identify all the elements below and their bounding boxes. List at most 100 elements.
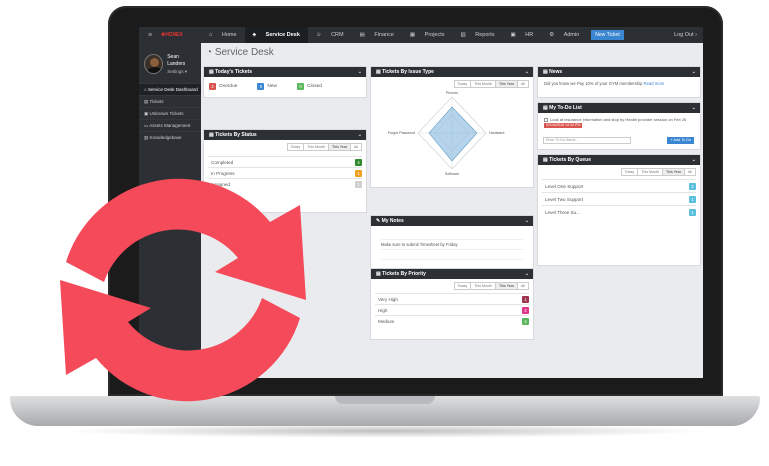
table-row[interactable]: Level Two Support 1 [542, 192, 696, 205]
chevron-down-icon[interactable]: ⌄ [692, 103, 696, 113]
filter-this-month[interactable]: This Month [303, 143, 330, 151]
laptop-scene: ≡ ✚HCNEX ⌂ Home ♣ Service Desk ☺ CRM ▤ F… [0, 0, 769, 466]
table-row[interactable]: Very High 1 [375, 293, 529, 304]
chevron-down-icon[interactable]: ⌄ [692, 155, 696, 165]
top-navbar: ≡ ✚HCNEX ⌂ Home ♣ Service Desk ☺ CRM ▤ F… [139, 27, 703, 43]
settings-link[interactable]: Settings ▾ [167, 68, 197, 75]
todays-ticket-counts: 2 Overdue 0 New 0 Closed [204, 77, 366, 90]
panel-tickets-by-issue-type: ▤ Tickets By Issue Type ⌄ Today This Month… [371, 67, 533, 187]
sidebar-item-unknown-tickets[interactable]: ▣ Unknown Tickets [139, 107, 201, 119]
chevron-down-icon[interactable]: ⌄ [525, 216, 529, 226]
panel-header: ▤ Today's Tickets ⌄ [204, 67, 366, 77]
panel-todo-list: ▤ My To-Do List ⌄ Look at insurance infor… [538, 103, 700, 149]
todo-item: Look at insurance information and stop b… [544, 117, 687, 128]
chevron-down-icon[interactable]: ⌄ [358, 67, 362, 77]
new-ticket-button[interactable]: New Ticket [591, 30, 624, 40]
panel-header: ▤ Tickets By Priority ⌄ [371, 269, 533, 279]
todo-checkbox[interactable] [544, 117, 548, 122]
page-title: ◔ Service Desk [206, 47, 274, 58]
radar-chart: Phones Hardware Software Forgot Password [388, 91, 505, 176]
read-more-link[interactable]: Read more [644, 81, 665, 86]
filter-all[interactable]: All [517, 282, 529, 290]
panel-todays-tickets: ▤ Today's Tickets ⌄ 2 Overdue 0 New 0 Closed [204, 67, 366, 97]
reports-icon: ▥ [460, 32, 466, 38]
news-text: Did you know we Pay 10% of your GYM memb… [544, 81, 665, 86]
table-row[interactable]: Medium 4 [375, 315, 529, 326]
radar-series-area [428, 106, 478, 162]
desk-icon: ♣ [252, 32, 257, 38]
nav-admin[interactable]: ⚙ Admin [541, 27, 587, 43]
dashboard-icon: ◔ [206, 47, 213, 58]
laptop-notch [335, 396, 435, 404]
sidebar-item-assets[interactable]: ▭ Assets Management [139, 119, 201, 131]
panel-header: ▤ My To-Do List ⌄ [538, 103, 700, 113]
laptop-shadow [60, 424, 710, 438]
panel-tickets-by-queue: ▤ Tickets By Queue ⌄ Today This Month This … [538, 155, 700, 265]
chevron-down-icon[interactable]: ⌄ [525, 269, 529, 279]
projects-icon: ▦ [409, 32, 416, 38]
filter-all[interactable]: All [684, 168, 696, 176]
sidebar-item-dashboard[interactable]: ⌂ Service Desk Dashboard [139, 83, 201, 95]
filter-this-month[interactable]: This Month [637, 168, 664, 176]
panel-header: ▤ Tickets By Status ⌄ [204, 130, 366, 140]
gear-icon: ⚙ [549, 32, 555, 38]
table-row[interactable]: In Progress 1 [208, 167, 362, 178]
nav-home[interactable]: ⌂ Home [201, 27, 245, 43]
hamburger-icon[interactable]: ≡ [139, 32, 161, 39]
nav-crm[interactable]: ☺ CRM [308, 27, 352, 43]
sidebar: Sean Landers Settings ▾ ⌂ Service Desk D… [139, 43, 201, 378]
table-row[interactable]: Level One Support 2 [542, 179, 696, 192]
nav-projects[interactable]: ▦ Projects [402, 27, 453, 43]
table-row[interactable]: Completed 4 [208, 156, 362, 167]
avatar[interactable] [144, 54, 164, 74]
add-todo-button[interactable]: + Add To Do [667, 137, 694, 144]
nav-finance[interactable]: ▤ Finance [352, 27, 402, 43]
filter-this-year[interactable]: This Year [328, 143, 351, 151]
ticket-icon: ▤ [144, 99, 149, 104]
filter-all[interactable]: All [350, 143, 362, 151]
chevron-down-icon[interactable]: ⌄ [525, 67, 529, 77]
dashboard-icon: ⌂ [144, 87, 147, 92]
nav-hr[interactable]: ▣ HR [503, 27, 542, 43]
logout-link[interactable]: Log Out › [674, 32, 697, 38]
sidebar-item-knowledgebase[interactable]: ▥ Knowledgebase [139, 131, 201, 143]
filter-today[interactable]: Today [286, 143, 305, 151]
user-profile: Sean Landers Settings ▾ [139, 43, 201, 83]
users-icon: ☺ [315, 32, 322, 38]
filter-this-year[interactable]: This Year [495, 282, 518, 290]
radar-label-forgot-password: Forgot Password [388, 131, 415, 135]
radar-label-phones: Phones [446, 91, 458, 95]
nav-reports[interactable]: ▥ Reports [453, 27, 503, 43]
table-row[interactable]: Level Three Su... 1 [542, 205, 696, 218]
table-row[interactable]: Assigned 1 [208, 178, 362, 189]
todo-input[interactable]: Enter To Do Name... [543, 137, 631, 144]
new-count[interactable]: 0 New [257, 83, 277, 90]
question-icon: ▣ [144, 111, 149, 116]
panel-tickets-by-status: ▤ Tickets By Status ⌄ Today This Month This… [204, 130, 366, 212]
panel-header: ▤ News ⌄ [538, 67, 700, 77]
nav-service-desk[interactable]: ♣ Service Desk [244, 27, 308, 43]
panel-my-notes: ✎ My Notes ⌄ Make sure to submit Timeshee… [371, 216, 533, 268]
table-row[interactable]: High 2 [375, 304, 529, 315]
date-filter: Today This Month This Year All [204, 140, 366, 151]
laptop-screen: ≡ ✚HCNEX ⌂ Home ♣ Service Desk ☺ CRM ▤ F… [139, 27, 703, 378]
closed-count[interactable]: 0 Closed [297, 83, 322, 90]
radar-label-software: Software [445, 172, 459, 176]
filter-this-month[interactable]: This Month [470, 282, 497, 290]
chevron-down-icon[interactable]: ⌄ [692, 67, 696, 77]
main-nav: ⌂ Home ♣ Service Desk ☺ CRM ▤ Finance ▦ … [201, 27, 587, 43]
book-icon: ▥ [144, 135, 149, 140]
laptop-icon: ▭ [144, 123, 149, 128]
filter-today[interactable]: Today [453, 282, 472, 290]
notes-area[interactable]: Make sure to submit Timesheet by Friday [371, 226, 533, 260]
due-date-badge: 02/14/2016 14:30 PM [544, 123, 583, 128]
chevron-down-icon[interactable]: ⌄ [358, 130, 362, 140]
filter-today[interactable]: Today [620, 168, 639, 176]
panel-header: ▤ Tickets By Issue Type ⌄ [371, 67, 533, 77]
filter-this-year[interactable]: This Year [662, 168, 685, 176]
brand-logo[interactable]: ✚HCNEX [161, 32, 201, 38]
overdue-count[interactable]: 2 Overdue [209, 83, 237, 90]
sidebar-item-tickets[interactable]: ▤ Tickets [139, 95, 201, 107]
user-name: Sean Landers [167, 53, 186, 67]
radar-label-hardware: Hardware [489, 131, 505, 135]
